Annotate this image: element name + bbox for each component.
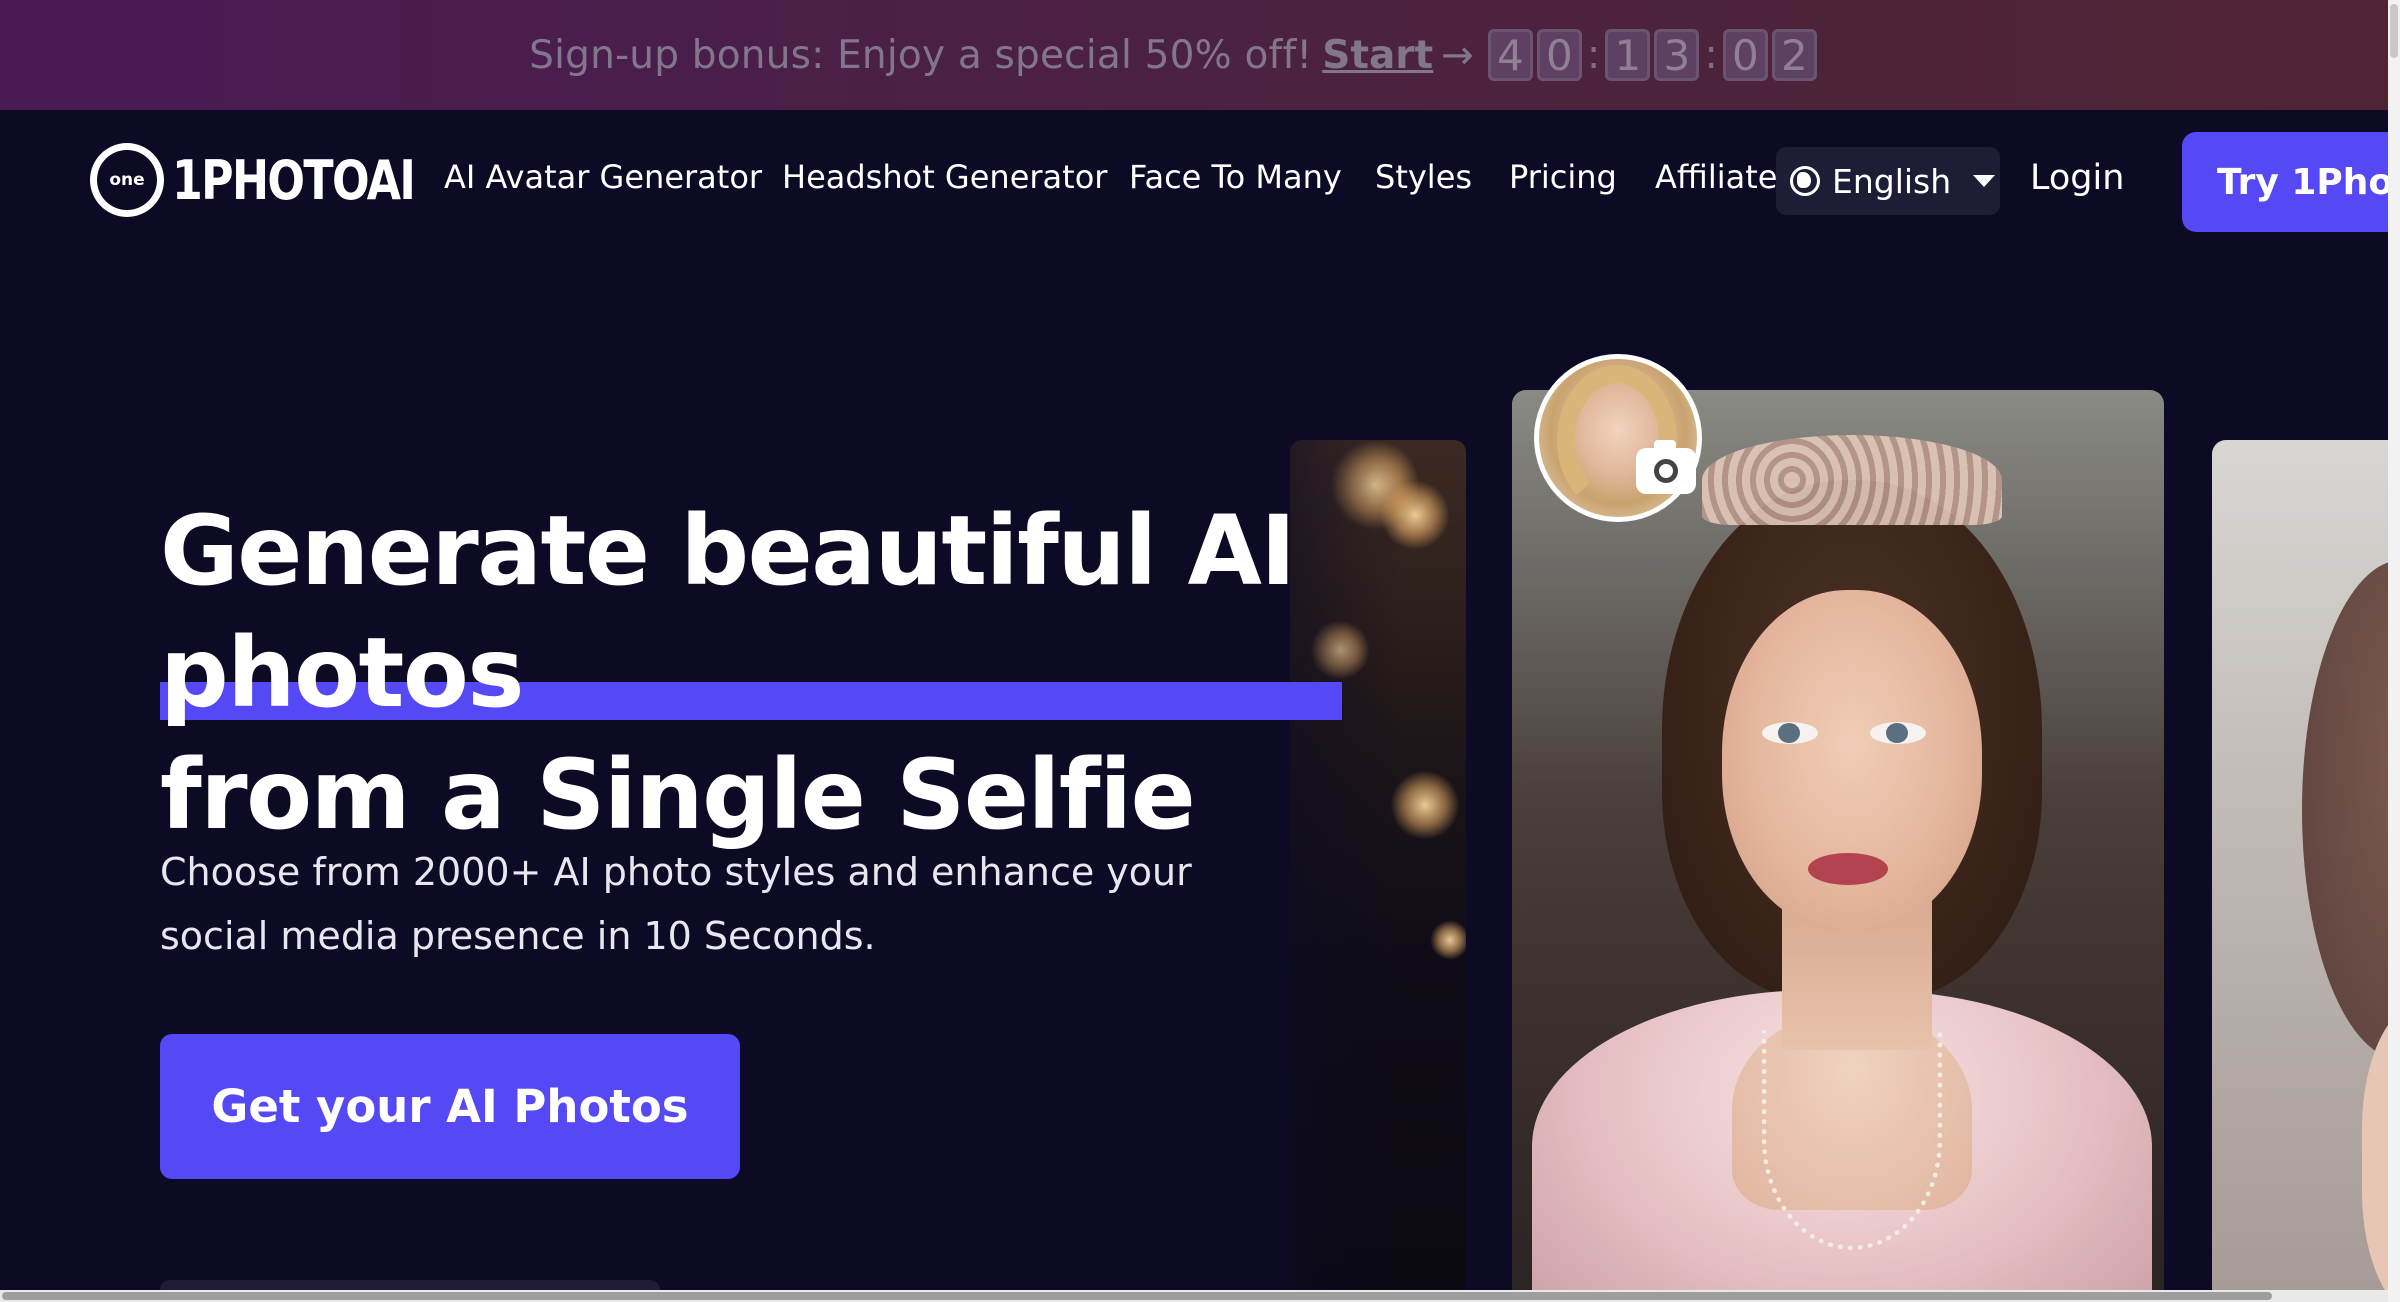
headline-line-1: Generate beautiful AI photos [160,495,1296,729]
sample-portrait-card [1512,390,2164,1302]
hero-subtext: Choose from 2000+ AI photo styles and en… [160,850,1192,958]
get-ai-photos-button[interactable]: Get your AI Photos [160,1034,740,1179]
countdown-separator: : [1704,32,1718,78]
language-select[interactable]: English [1776,147,2000,215]
sample-portrait-card-secondary [2212,440,2400,1302]
language-label: English [1832,161,1952,201]
vertical-scrollbar-track [2388,0,2400,1302]
countdown-separator: : [1586,32,1601,78]
arrow-right-icon[interactable]: → [1441,33,1474,78]
vertical-scrollbar[interactable] [2390,4,2398,58]
countdown-digit: 0 [1722,29,1768,81]
countdown-digit: 0 [1536,29,1582,81]
countdown-digit: 4 [1487,29,1533,81]
caret-down-icon [1973,175,1996,187]
try-1photo-button[interactable]: Try 1Photo [2182,132,2400,232]
nav-item-pricing[interactable]: Pricing [1509,158,1617,196]
top-nav: one 1PHOTOAI AI Avatar Generator Headsho… [0,110,2400,250]
login-link[interactable]: Login [2030,158,2124,198]
promo-banner: Sign-up bonus: Enjoy a special 50% off! … [0,0,2388,110]
nav-item-affiliates[interactable]: Affiliates [1655,158,1794,196]
page: Sign-up bonus: Enjoy a special 50% off! … [0,0,2400,1302]
logo-text: 1PHOTOAI [172,148,416,212]
nav-item-styles[interactable]: Styles [1375,158,1472,196]
camera-icon [1636,440,1696,494]
countdown-digit: 3 [1654,29,1700,81]
logo-link[interactable]: one 1PHOTOAI [90,143,467,217]
headline-line-2: from a Single Selfie [160,739,1196,851]
hero-headline: Generate beautiful AI photos from a Sing… [160,490,1560,856]
horizontal-scrollbar[interactable] [2,1292,2272,1300]
logo-icon: one [90,143,164,217]
nav-item-ai-avatar-generator[interactable]: AI Avatar Generator [444,158,762,196]
globe-icon [1790,166,1820,196]
promo-text: Sign-up bonus: Enjoy a special 50% off! [529,32,1313,78]
nav-item-headshot-generator[interactable]: Headshot Generator [782,158,1107,196]
countdown-digit: 2 [1771,29,1817,81]
countdown-digit: 1 [1605,29,1651,81]
logo-mark-text: one [97,150,157,210]
nav-item-face-to-many[interactable]: Face To Many [1129,158,1342,196]
promo-content: Sign-up bonus: Enjoy a special 50% off! … [529,29,1819,81]
promo-start-link[interactable]: Start [1322,33,1433,78]
